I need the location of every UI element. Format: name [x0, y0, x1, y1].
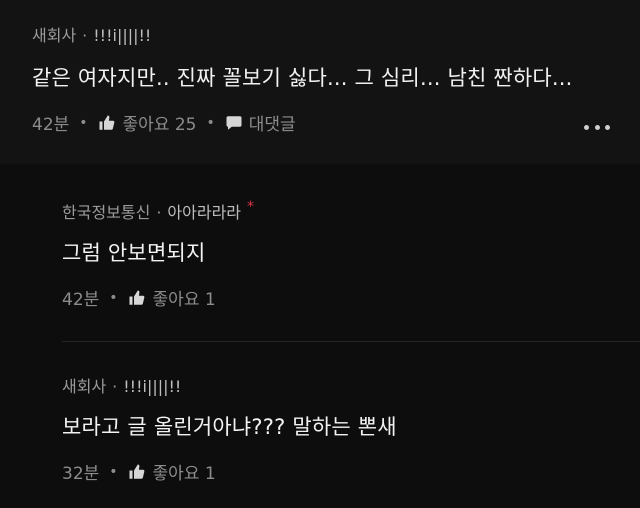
comment-time: 42분: [32, 115, 70, 135]
thumbs-up-icon: [99, 115, 114, 130]
author-nickname: 아아라라라: [167, 203, 242, 222]
more-options-button[interactable]: [584, 122, 610, 132]
reply-divider: [62, 341, 640, 342]
comment-thread: 새회사 · !!!i||||!! 같은 여자지만.. 진짜 꼴보기 싫다... 그 …: [0, 0, 640, 508]
author-nickname: !!!i||||!!: [93, 26, 152, 45]
more-options-icon: [584, 124, 589, 130]
reply-label: 대댓글: [248, 115, 296, 135]
main-comment: 새회사 · !!!i||||!! 같은 여자지만.. 진짜 꼴보기 싫다... 그 …: [0, 0, 640, 164]
reply-button[interactable]: 대댓글: [225, 110, 296, 135]
like-button[interactable]: 좋아요 1: [128, 285, 216, 310]
thumbs-up-icon: [129, 290, 144, 305]
thumbs-up-icon: [129, 464, 144, 479]
reply-time: 42분: [62, 290, 100, 310]
like-count: 좋아요 25: [122, 115, 197, 135]
author-company: 한국정보통신: [62, 203, 151, 222]
reply-actions: 32분 • 좋아요 1: [62, 459, 216, 485]
like-button[interactable]: 좋아요 25: [98, 110, 197, 135]
like-count: 좋아요 1: [152, 464, 216, 484]
author-company: 새회사: [62, 377, 107, 396]
comment-actions: 42분 • 좋아요 25 • 대댓글: [32, 110, 296, 136]
comment-author[interactable]: 새회사 · !!!i||||!!: [32, 22, 151, 46]
reply-time: 32분: [62, 464, 100, 484]
author-company: 새회사: [32, 26, 77, 45]
reply-author[interactable]: 새회사 · !!!i||||!!: [62, 373, 181, 397]
author-nickname: !!!i||||!!: [123, 377, 182, 396]
comment-bubble-icon: [226, 115, 242, 130]
reply-text: 보라고 글 올린거아냐??? 말하는 뽄새: [62, 415, 397, 439]
reply-text: 그럼 안보면되지: [62, 241, 206, 265]
reply-author[interactable]: 한국정보통신 · 아아라라라 *: [62, 199, 254, 223]
reply-actions: 42분 • 좋아요 1: [62, 285, 216, 311]
like-count: 좋아요 1: [152, 290, 216, 310]
like-button[interactable]: 좋아요 1: [128, 459, 216, 484]
author-badge: *: [247, 199, 255, 215]
comment-text: 같은 여자지만.. 진짜 꼴보기 싫다... 그 심리... 남친 짠하다...: [32, 66, 573, 90]
